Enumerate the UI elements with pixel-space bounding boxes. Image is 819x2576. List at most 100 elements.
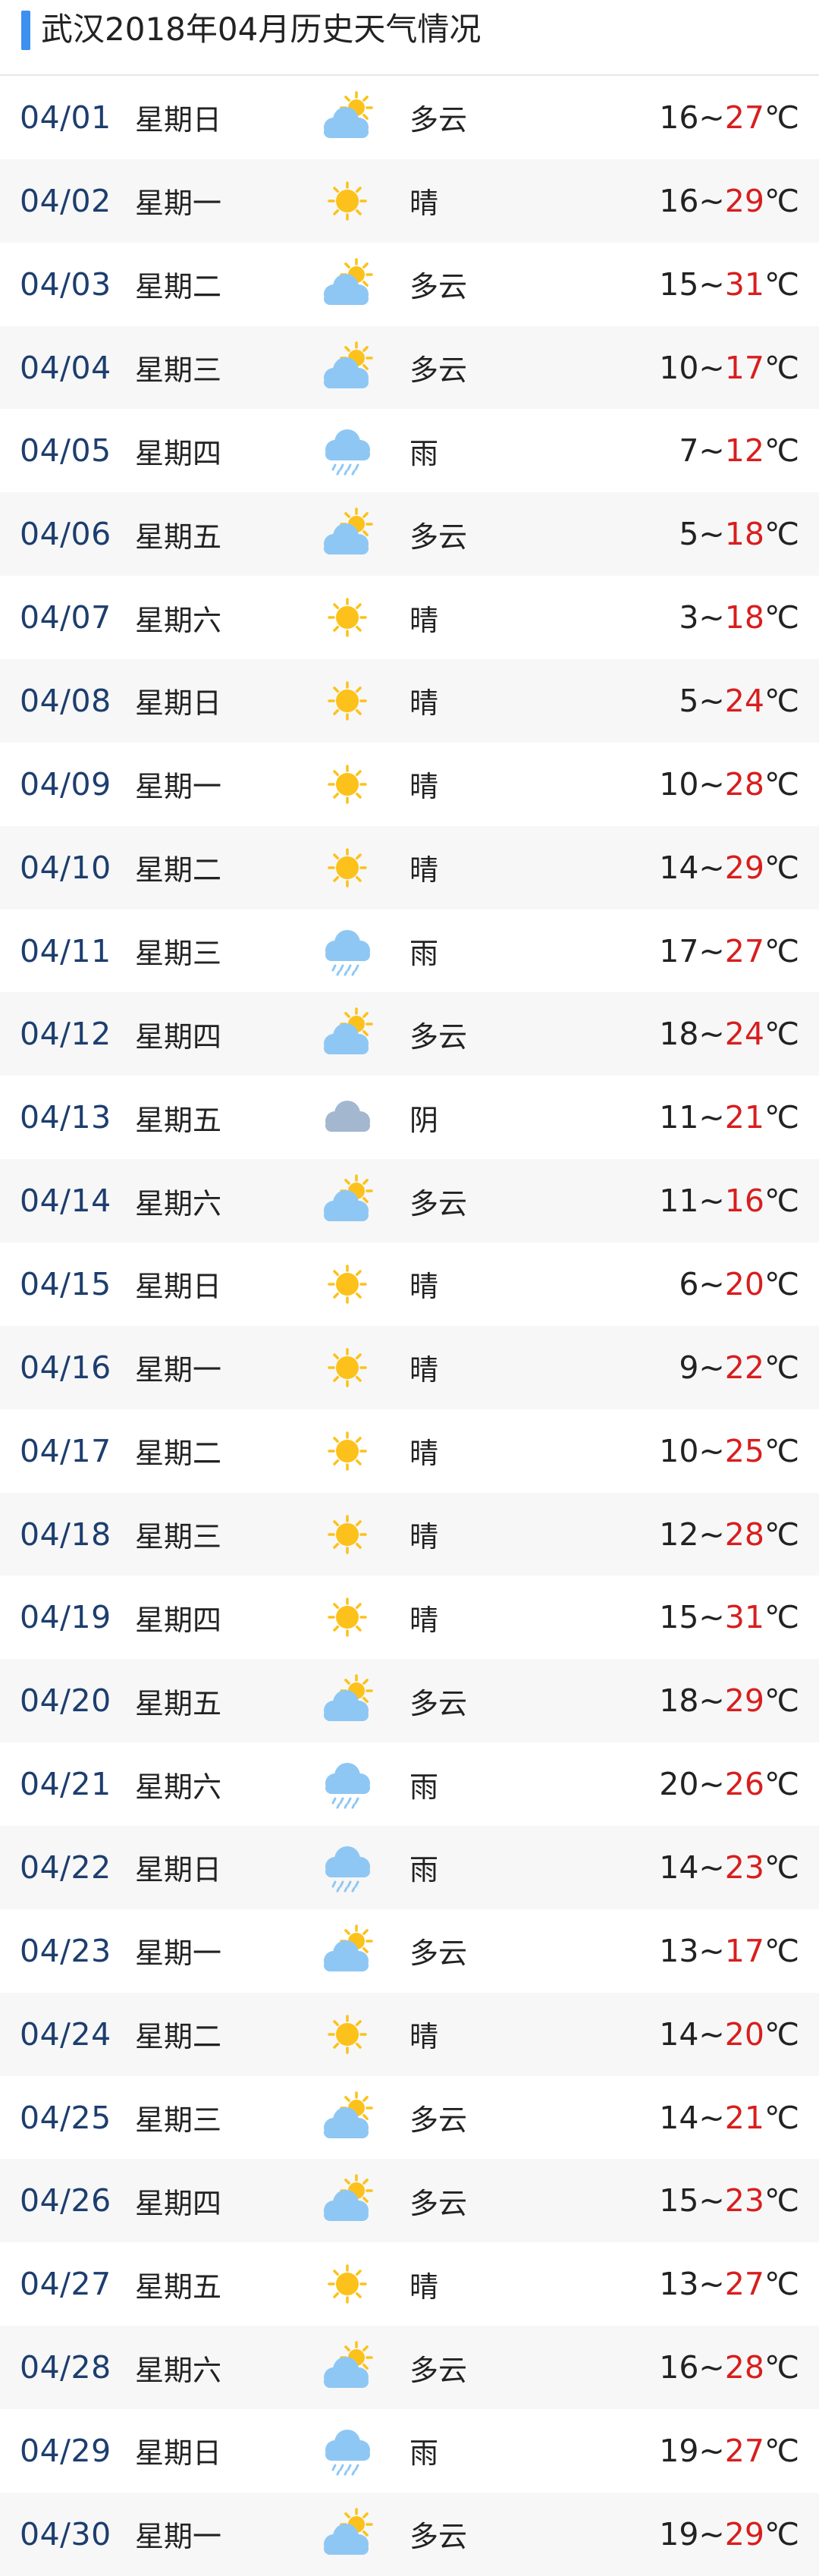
- day-row[interactable]: 04/12 星期四 多云 18 ~24 ℃: [0, 992, 819, 1076]
- day-row[interactable]: 04/17 星期二 晴 10 ~25 ℃: [0, 1409, 819, 1493]
- day-row[interactable]: 04/21 星期六 雨 20 ~26 ℃: [0, 1742, 819, 1826]
- day-temperature: 15 ~23 ℃: [659, 2159, 799, 2242]
- sunny-icon: [317, 758, 378, 811]
- day-temperature: 19 ~27 ℃: [659, 2409, 799, 2493]
- day-condition: 雨: [410, 937, 439, 971]
- day-weekday: 星期五: [135, 1686, 222, 1720]
- temp-high: 24: [724, 682, 764, 719]
- day-row[interactable]: 04/11 星期三 雨 17 ~27 ℃: [0, 909, 819, 993]
- day-row[interactable]: 04/09 星期一 晴 10 ~28 ℃: [0, 743, 819, 826]
- temp-high: 23: [724, 1849, 764, 1886]
- temp-unit: ℃: [764, 516, 799, 553]
- temp-high: 29: [724, 182, 764, 219]
- day-row[interactable]: 04/27 星期五 晴 13 ~27 ℃: [0, 2242, 819, 2326]
- day-date: 04/06: [20, 516, 111, 553]
- temp-separator: ~: [698, 2432, 725, 2469]
- page-title: 武汉2018年04月历史天气情况: [41, 11, 482, 48]
- day-temperature: 9 ~22 ℃: [679, 1326, 799, 1409]
- temp-unit: ℃: [764, 1099, 799, 1136]
- day-row[interactable]: 04/30 星期一 多云 19 ~29 ℃: [0, 2492, 819, 2576]
- temp-separator: ~: [698, 1682, 725, 1720]
- day-row[interactable]: 04/15 星期日 晴 6 ~20 ℃: [0, 1242, 819, 1326]
- temp-separator: ~: [698, 682, 725, 719]
- day-row[interactable]: 04/28 星期六 多云 16 ~28 ℃: [0, 2326, 819, 2410]
- day-condition: 雨: [410, 1770, 439, 1804]
- temp-separator: ~: [698, 932, 725, 969]
- temp-high: 12: [724, 432, 764, 470]
- day-date: 04/21: [20, 1766, 111, 1803]
- day-row[interactable]: 04/01 星期日 多云 16 ~27 ℃: [0, 76, 819, 159]
- day-date: 04/15: [20, 1265, 111, 1302]
- temp-unit: ℃: [764, 2266, 799, 2303]
- day-row[interactable]: 04/19 星期四 晴 15 ~31 ℃: [0, 1575, 819, 1659]
- day-condition: 多云: [410, 2103, 468, 2138]
- day-weekday: 星期一: [135, 2520, 222, 2554]
- sunny-icon: [317, 1341, 378, 1394]
- day-row[interactable]: 04/03 星期二 多云 15 ~31 ℃: [0, 243, 819, 326]
- day-row[interactable]: 04/13 星期五 阴 11 ~21 ℃: [0, 1076, 819, 1159]
- day-row[interactable]: 04/08 星期日 晴 5 ~24 ℃: [0, 659, 819, 743]
- day-date: 04/04: [20, 349, 111, 386]
- temp-low: 16: [659, 99, 699, 136]
- day-weekday: 星期二: [135, 1437, 222, 1471]
- temp-unit: ℃: [764, 2099, 799, 2136]
- temp-low: 7: [679, 432, 699, 470]
- day-row[interactable]: 04/25 星期三 多云 14 ~21 ℃: [0, 2076, 819, 2160]
- temp-low: 6: [679, 1265, 699, 1302]
- temp-high: 21: [724, 2099, 764, 2136]
- temp-high: 26: [724, 1766, 764, 1803]
- day-row[interactable]: 04/02 星期一 晴 16 ~29 ℃: [0, 159, 819, 243]
- day-row[interactable]: 04/14 星期六 多云 11 ~16 ℃: [0, 1159, 819, 1243]
- temp-high: 31: [724, 1599, 764, 1636]
- day-row[interactable]: 04/04 星期三 多云 10 ~17 ℃: [0, 325, 819, 410]
- page-header: 武汉2018年04月历史天气情况: [0, 0, 819, 76]
- temp-unit: ℃: [764, 682, 799, 719]
- rain-icon: [317, 2424, 378, 2477]
- day-row[interactable]: 04/24 星期二 晴 14 ~20 ℃: [0, 1992, 819, 2076]
- temp-separator: ~: [698, 2182, 725, 2219]
- temp-separator: ~: [698, 1516, 725, 1553]
- day-row[interactable]: 04/07 星期六 晴 3 ~18 ℃: [0, 576, 819, 659]
- temp-low: 14: [659, 849, 699, 886]
- day-date: 04/07: [20, 599, 111, 636]
- temp-separator: ~: [698, 1599, 725, 1636]
- temp-unit: ℃: [764, 99, 799, 136]
- day-row[interactable]: 04/29 星期日 雨 19 ~27 ℃: [0, 2409, 819, 2493]
- day-date: 04/05: [20, 432, 111, 470]
- day-date: 04/25: [20, 2099, 111, 2136]
- day-temperature: 16 ~27 ℃: [659, 76, 799, 159]
- day-date: 04/24: [20, 2015, 111, 2053]
- day-row[interactable]: 04/22 星期日 雨 14 ~23 ℃: [0, 1826, 819, 1909]
- temp-separator: ~: [698, 516, 725, 553]
- day-condition: 多云: [410, 2353, 468, 2387]
- temp-unit: ℃: [764, 1932, 799, 1969]
- day-row[interactable]: 04/05 星期四 雨 7 ~12 ℃: [0, 409, 819, 492]
- day-temperature: 14 ~21 ℃: [659, 2076, 799, 2160]
- day-weekday: 星期五: [135, 2270, 222, 2304]
- overcast-icon: [317, 1091, 378, 1144]
- day-date: 04/08: [20, 682, 111, 719]
- day-condition: 多云: [410, 520, 468, 554]
- temp-low: 18: [659, 1016, 699, 1053]
- day-temperature: 5 ~24 ℃: [679, 659, 799, 743]
- day-condition: 阴: [410, 1103, 439, 1137]
- day-row[interactable]: 04/06 星期五 多云 5 ~18 ℃: [0, 492, 819, 576]
- day-condition: 晴: [410, 2270, 439, 2304]
- partly-cloudy-icon: [317, 257, 378, 311]
- day-weekday: 星期六: [135, 1770, 222, 1804]
- temp-unit: ℃: [764, 1349, 799, 1386]
- day-row[interactable]: 04/20 星期五 多云 18 ~29 ℃: [0, 1659, 819, 1743]
- day-date: 04/29: [20, 2432, 111, 2469]
- temp-low: 17: [659, 932, 699, 969]
- day-date: 04/19: [20, 1599, 111, 1636]
- day-row[interactable]: 04/10 星期二 晴 14 ~29 ℃: [0, 825, 819, 909]
- temp-low: 14: [659, 2099, 699, 2136]
- day-row[interactable]: 04/23 星期一 多云 13 ~17 ℃: [0, 1909, 819, 1993]
- day-weekday: 星期四: [135, 436, 222, 470]
- day-condition: 晴: [410, 187, 439, 221]
- day-row[interactable]: 04/16 星期一 晴 9 ~22 ℃: [0, 1325, 819, 1409]
- day-row[interactable]: 04/26 星期四 多云 15 ~23 ℃: [0, 2159, 819, 2243]
- day-row[interactable]: 04/18 星期三 晴 12 ~28 ℃: [0, 1492, 819, 1576]
- day-condition: 晴: [410, 686, 439, 721]
- day-temperature: 11 ~16 ℃: [659, 1159, 799, 1242]
